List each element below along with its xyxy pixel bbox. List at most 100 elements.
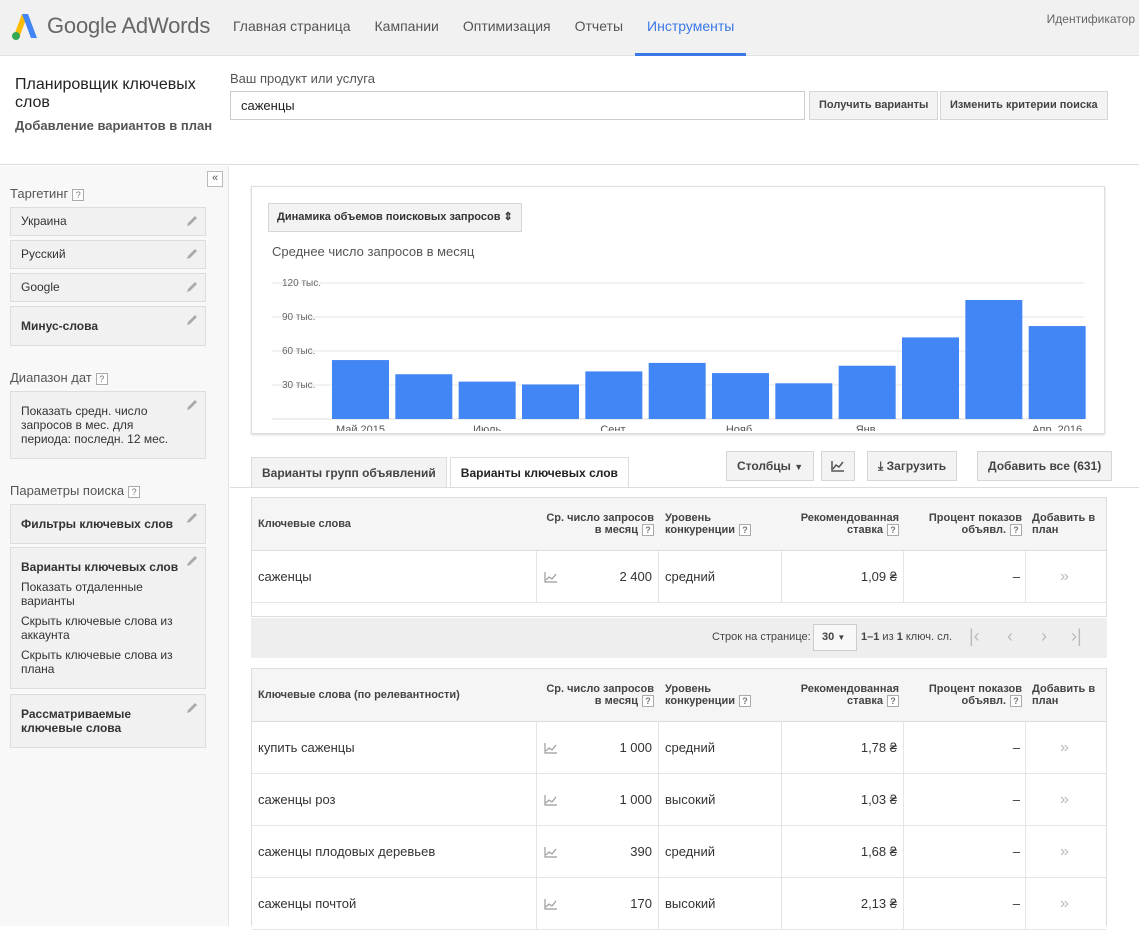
chart-subtitle: Среднее число запросов в месяц — [272, 244, 475, 259]
impr-share-value: – — [1012, 740, 1020, 755]
help-icon[interactable]: ? — [738, 695, 751, 708]
download-label: Загрузить — [886, 459, 947, 473]
collapse-sidebar-icon[interactable]: « — [207, 171, 223, 187]
modify-search-button[interactable]: Изменить критерии поиска — [940, 91, 1108, 120]
search-params-section-label: Параметры поиска? — [10, 483, 141, 498]
help-icon[interactable]: ? — [887, 524, 899, 537]
add-all-button[interactable]: Добавить все (631) — [977, 451, 1113, 481]
add-to-plan-icon[interactable]: » — [1060, 878, 1069, 930]
chart-bar[interactable] — [902, 337, 959, 419]
col-keyword-relevance[interactable]: Ключевые слова (по релевантности) — [258, 689, 460, 701]
help-icon[interactable]: ? — [887, 695, 899, 708]
targeting-language[interactable]: Русский — [10, 240, 206, 269]
keyword-option-line: Скрыть ключевые слова из аккаунта — [21, 614, 173, 642]
tab-keyword-ideas[interactable]: Варианты ключевых слов — [449, 457, 629, 488]
negative-keywords[interactable]: Минус-слова — [10, 306, 206, 346]
page-range-total: 1 — [896, 631, 903, 643]
columns-button[interactable]: Столбцы ▼ — [726, 451, 815, 481]
chart-bar[interactable] — [838, 365, 896, 419]
col-avg-searches-line2: в месяц — [594, 695, 638, 707]
keyword-text: саженцы — [258, 569, 312, 584]
col-impr-share[interactable]: Процент показов объявл.? — [912, 512, 1022, 537]
tab-ad-group-ideas[interactable]: Варианты групп объявлений — [251, 457, 447, 487]
product-input[interactable] — [230, 91, 805, 120]
help-icon[interactable]: ? — [1010, 524, 1022, 537]
col-impr-share-line1: Процент показов — [928, 683, 1022, 695]
chart-bar[interactable] — [648, 362, 706, 419]
nav-campaigns[interactable]: Кампании — [363, 0, 451, 56]
col-keyword[interactable]: Ключевые слова — [258, 518, 351, 530]
help-icon[interactable]: ? — [128, 485, 141, 498]
keyword-ideas-table: Ключевые слова (по релевантности) Ср. чи… — [251, 668, 1107, 930]
add-to-plan-icon[interactable]: » — [1060, 826, 1069, 878]
download-button[interactable]: ⤓ Загрузить — [867, 451, 958, 481]
considered-keywords[interactable]: Рассматриваемые ключевые слова — [10, 694, 206, 748]
prev-page-icon[interactable]: ‹ — [1007, 626, 1013, 647]
help-icon[interactable]: ? — [72, 188, 85, 201]
chart-bar[interactable] — [395, 374, 453, 419]
rows-per-page-select[interactable]: 30 ▼ — [813, 624, 857, 651]
page-subtitle[interactable]: Добавление вариантов в план — [15, 118, 212, 133]
first-page-icon[interactable]: |‹ — [969, 626, 980, 647]
get-ideas-button[interactable]: Получить варианты — [809, 91, 939, 120]
col-add-to-plan-line2: план — [1032, 695, 1059, 707]
competition-value: средний — [665, 844, 715, 859]
bid-value: 2,13 ₴ — [860, 896, 897, 911]
chevron-down-icon: ▼ — [837, 633, 846, 642]
help-icon[interactable]: ? — [1010, 695, 1022, 708]
col-add-to-plan-line2: план — [1032, 524, 1059, 536]
col-avg-searches[interactable]: Ср. число запросов в месяц? — [522, 512, 654, 537]
keyword-options-title: Варианты ключевых слов — [21, 560, 179, 574]
chart-bar[interactable] — [585, 371, 643, 419]
nav-tools[interactable]: Инструменты — [635, 0, 747, 56]
date-range-box[interactable]: Показать средн. число запросов в мес. дл… — [10, 391, 206, 459]
column-divider — [658, 774, 659, 826]
col-avg-searches[interactable]: Ср. число запросов в месяц? — [522, 683, 654, 708]
help-icon[interactable]: ? — [642, 524, 654, 537]
chart-type-selector[interactable]: Динамика объемов поисковых запросов ⇕ — [268, 203, 522, 232]
col-bid[interactable]: Рекомендованная ставка? — [782, 512, 899, 537]
col-bid-line1: Рекомендованная — [800, 512, 899, 524]
avg-searches-value: 390 — [630, 844, 652, 859]
next-page-icon[interactable]: › — [1041, 626, 1047, 647]
account-identifier[interactable]: Идентификатор — [1047, 12, 1135, 26]
col-competition[interactable]: Уровень конкуренции? — [665, 512, 751, 537]
chart-bar[interactable] — [712, 373, 769, 419]
chart-bar[interactable] — [522, 384, 579, 419]
logo-text: Google AdWords — [47, 13, 211, 38]
targeting-location[interactable]: Украина — [10, 207, 206, 236]
main-nav: Главная страница Кампании Оптимизация От… — [221, 0, 747, 56]
competition-value: высокий — [665, 896, 716, 911]
last-page-icon[interactable]: ›| — [1071, 626, 1082, 647]
chart-bar[interactable] — [458, 381, 516, 419]
chart-toggle-button[interactable] — [821, 451, 855, 481]
chart-bar[interactable] — [965, 300, 1023, 419]
targeting-location-label: Украина — [21, 214, 67, 228]
add-to-plan-icon[interactable]: » — [1060, 551, 1069, 603]
adwords-logo[interactable]: Google AdWords — [11, 10, 210, 42]
y-tick-label: 90 тыс. — [282, 312, 315, 323]
add-to-plan-icon[interactable]: » — [1060, 774, 1069, 826]
column-divider — [903, 551, 904, 603]
col-bid[interactable]: Рекомендованная ставка? — [782, 683, 899, 708]
col-impr-share[interactable]: Процент показов объявл.? — [912, 683, 1022, 708]
chart-bar[interactable] — [775, 383, 833, 419]
avg-searches-value: 2 400 — [619, 569, 652, 584]
nav-optimization[interactable]: Оптимизация — [451, 0, 563, 56]
impr-share-value: – — [1012, 792, 1020, 807]
targeting-network[interactable]: Google — [10, 273, 206, 302]
help-icon[interactable]: ? — [738, 524, 751, 537]
nav-home[interactable]: Главная страница — [221, 0, 363, 56]
col-impr-share-line1: Процент показов — [928, 512, 1022, 524]
nav-reports[interactable]: Отчеты — [563, 0, 635, 56]
chart-bar[interactable] — [332, 360, 389, 419]
table-header: Ключевые слова Ср. число запросов в месяц… — [252, 498, 1106, 551]
add-to-plan-icon[interactable]: » — [1060, 722, 1069, 774]
help-icon[interactable]: ? — [642, 695, 654, 708]
keyword-options[interactable]: Варианты ключевых слов Показать отдаленн… — [10, 547, 206, 689]
help-icon[interactable]: ? — [95, 372, 108, 385]
chart-bar[interactable] — [1028, 326, 1086, 419]
col-competition[interactable]: Уровень конкуренции? — [665, 683, 751, 708]
column-divider — [658, 551, 659, 603]
keyword-filters[interactable]: Фильтры ключевых слов — [10, 504, 206, 544]
